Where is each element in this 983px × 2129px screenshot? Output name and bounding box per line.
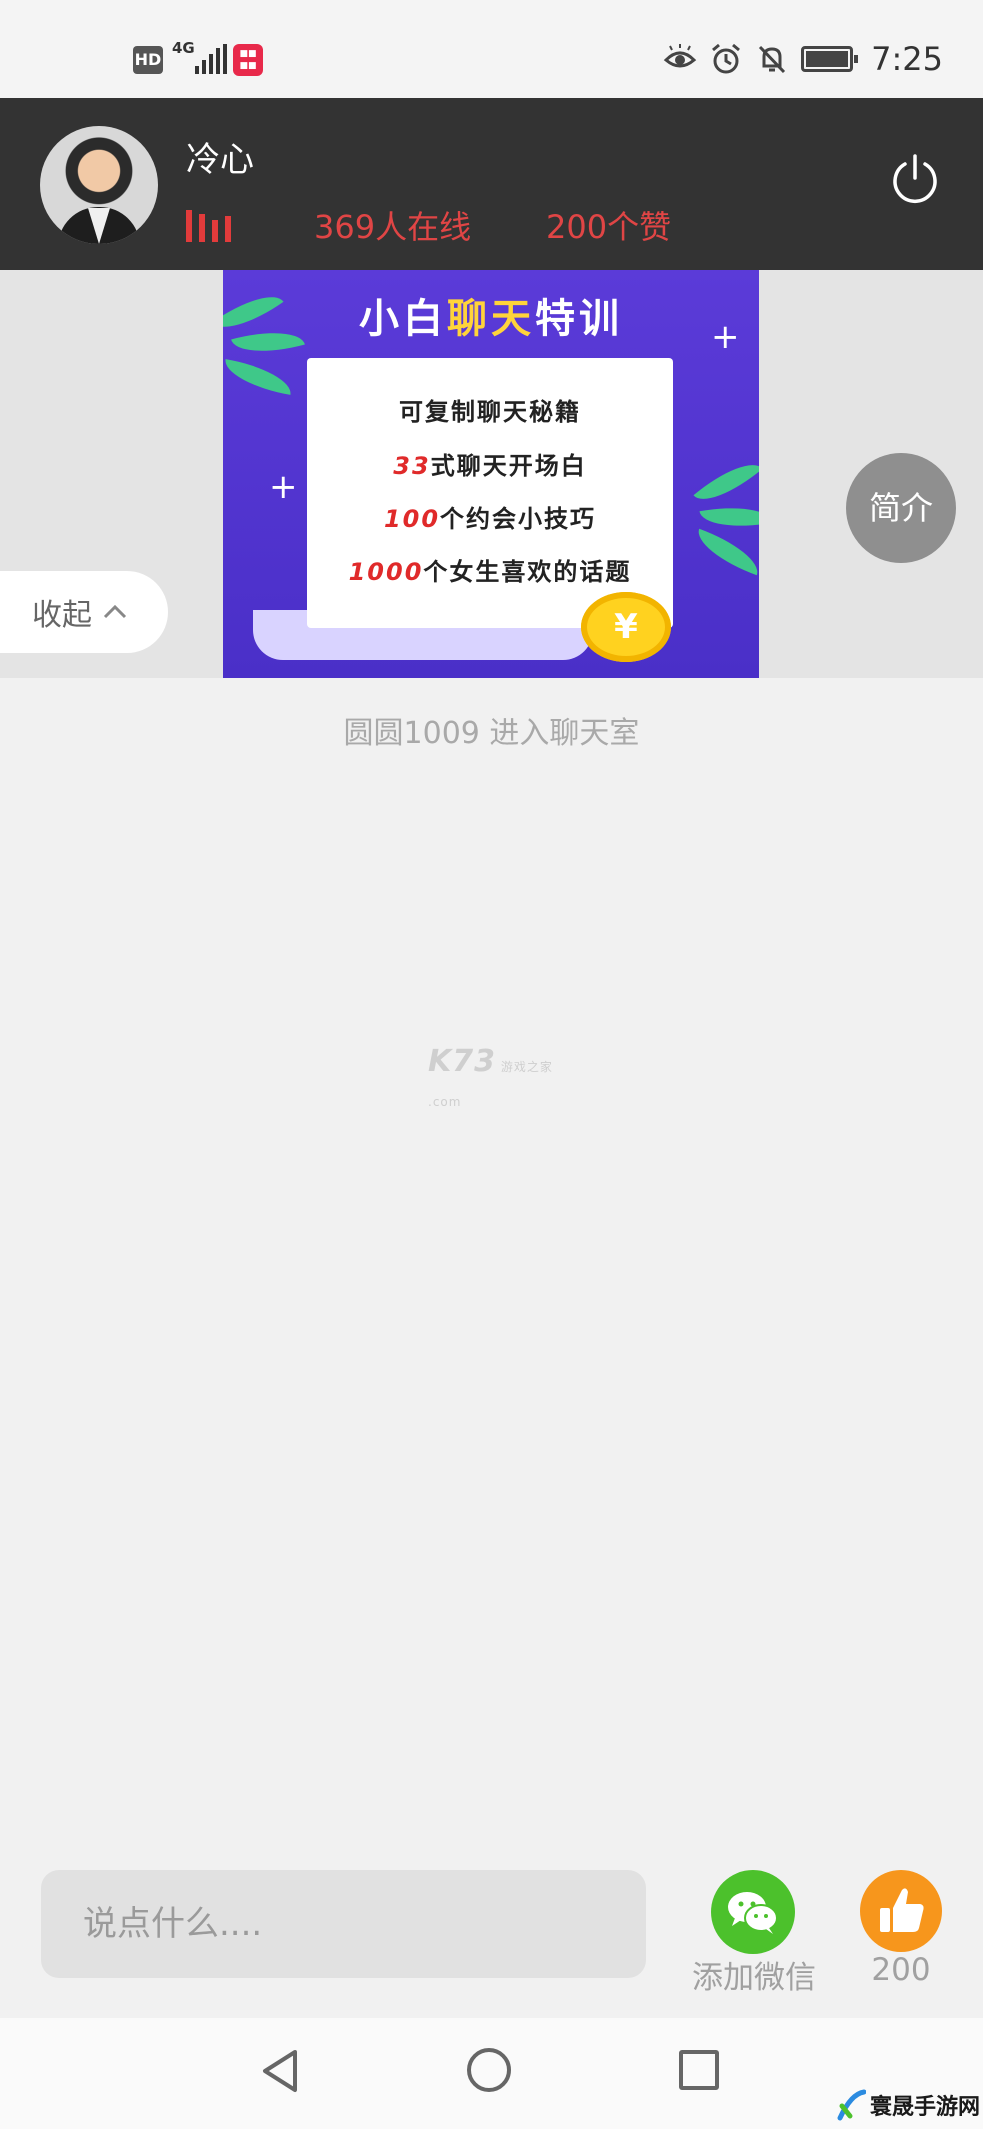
- sparkle-icon: +: [269, 467, 298, 507]
- add-wechat-label[interactable]: 添加微信: [686, 1952, 822, 1997]
- add-wechat-button[interactable]: [711, 1870, 795, 1954]
- online-count: 369人在线: [314, 208, 472, 246]
- promo-banner[interactable]: + + 小白聊天特训 可复制聊天秘籍 33式聊天开场白 100个约会小技巧 10…: [223, 270, 759, 678]
- status-right: 7:25: [663, 40, 943, 78]
- battery-icon: [801, 46, 859, 72]
- eye-comfort-icon: [663, 44, 697, 68]
- nav-home-icon[interactable]: [467, 2048, 511, 2092]
- coin-icon: ¥: [581, 592, 671, 662]
- logo-mark-icon: [837, 2089, 866, 2121]
- clock: 7:25: [871, 40, 943, 78]
- likes-count: 200个赞: [546, 208, 672, 246]
- wechat-icon: [728, 1892, 778, 1934]
- live-room-header: 冷心 369人在线 200个赞: [0, 98, 983, 270]
- exit-power-icon[interactable]: [888, 152, 942, 206]
- leaf-decoration: [693, 450, 759, 514]
- thumbs-up-icon: [880, 1888, 924, 1932]
- host-avatar[interactable]: [40, 126, 158, 244]
- collapse-button[interactable]: 收起: [0, 571, 168, 653]
- chat-input[interactable]: [41, 1870, 646, 1978]
- intro-button[interactable]: 简介: [846, 453, 956, 563]
- banner-line: 1000个女生喜欢的话题: [348, 558, 632, 586]
- signal-icon: [195, 44, 227, 74]
- watermark: K73 游戏之家 .com: [428, 1044, 553, 1109]
- banner-line: 可复制聊天秘籍: [399, 398, 581, 426]
- nav-recent-icon[interactable]: [679, 2050, 719, 2090]
- status-bar: HD 4G ■■ ■■ 7:25: [0, 0, 983, 98]
- app-notification-icon: ■■ ■■: [233, 44, 263, 76]
- leaf-decoration: [691, 528, 759, 576]
- bell-off-icon: [759, 45, 786, 74]
- leaf-decoration: [699, 499, 759, 535]
- banner-line: 33式聊天开场白: [393, 452, 587, 480]
- corner-logo-text: 寰晟手游网: [870, 2094, 981, 2120]
- nav-back-icon[interactable]: [257, 2048, 303, 2094]
- like-count: 200: [871, 1952, 931, 1988]
- corner-watermark-logo: 寰晟手游网: [836, 2088, 980, 2122]
- system-message: 圆圆1009 进入聊天室: [343, 716, 640, 751]
- banner-title: 小白聊天特训: [359, 296, 623, 342]
- network-type: 4G: [172, 39, 195, 57]
- host-name: 冷心: [186, 140, 254, 180]
- banner-paper: 可复制聊天秘籍 33式聊天开场白 100个约会小技巧 1000个女生喜欢的话题: [307, 358, 673, 628]
- hd-icon: HD: [133, 46, 163, 74]
- leaf-decoration: [223, 359, 295, 395]
- chevron-up-icon: [103, 604, 127, 619]
- collapse-label: 收起: [32, 598, 92, 633]
- like-button[interactable]: [860, 1870, 942, 1952]
- alarm-icon: [712, 43, 741, 74]
- banner-line: 100个约会小技巧: [383, 505, 597, 533]
- live-indicator-icon: [186, 210, 231, 242]
